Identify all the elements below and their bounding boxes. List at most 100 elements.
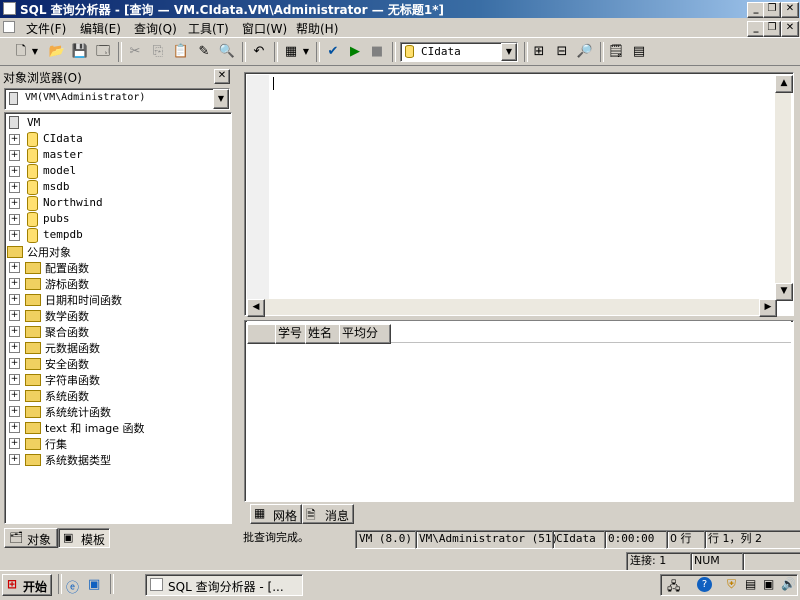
- dropdown-arrow-icon[interactable]: ▼: [30, 43, 40, 61]
- templates-tab-icon: ▣: [63, 531, 74, 544]
- cut-icon[interactable]: ✂: [126, 43, 144, 61]
- copy-icon[interactable]: ⎘: [149, 43, 167, 61]
- results-grid[interactable]: 学号 姓名 平均分: [244, 320, 794, 502]
- object-browser-close-button[interactable]: ✕: [214, 69, 230, 84]
- folder-icon: [25, 358, 41, 370]
- menu-help[interactable]: 帮助(H): [296, 20, 338, 37]
- database-icon: [27, 180, 38, 195]
- tab-messages[interactable]: 🗎 消息: [302, 504, 354, 524]
- expand-icon[interactable]: +: [9, 374, 20, 385]
- taskbar-task-query-analyzer[interactable]: SQL 查询分析器 - [...: [145, 574, 303, 596]
- scroll-right-icon[interactable]: ▶: [759, 299, 777, 317]
- expand-icon[interactable]: +: [9, 230, 20, 241]
- ie-icon[interactable]: ⓔ: [66, 577, 79, 596]
- expand-icon[interactable]: +: [9, 342, 20, 353]
- chevron-down-icon[interactable]: ▼: [213, 89, 229, 109]
- results-mode-icon[interactable]: ▦: [282, 43, 300, 61]
- expand-icon[interactable]: +: [9, 390, 20, 401]
- query-editor[interactable]: ▲ ▼ ◀ ▶: [244, 72, 794, 317]
- help-icon[interactable]: ?: [697, 577, 712, 592]
- menu-tools[interactable]: 工具(T): [188, 20, 229, 37]
- expand-icon[interactable]: +: [9, 406, 20, 417]
- editor-gutter: [247, 75, 269, 299]
- toolbar-separator: [118, 42, 122, 62]
- column-header[interactable]: 平均分: [339, 324, 391, 344]
- tree-node-label: 聚合函数: [45, 326, 89, 339]
- scroll-left-icon[interactable]: ◀: [247, 299, 265, 317]
- tree-node-label: 元数据函数: [45, 342, 100, 355]
- menu-bar: 文件(F) 编辑(E) 查询(Q) 工具(T) 窗口(W) 帮助(H) _ ❐ …: [0, 18, 800, 38]
- dropdown-arrow-icon[interactable]: ▼: [301, 43, 311, 61]
- expand-icon[interactable]: +: [9, 326, 20, 337]
- undo-icon[interactable]: ↶: [250, 43, 268, 61]
- find-icon[interactable]: 🔍: [218, 43, 236, 61]
- scroll-down-icon[interactable]: ▼: [775, 283, 793, 301]
- menu-file[interactable]: 文件(F): [26, 20, 66, 37]
- results-pane-icon[interactable]: ▤: [630, 43, 648, 61]
- expand-icon[interactable]: +: [9, 454, 20, 465]
- object-browser-icon[interactable]: ⊟: [553, 43, 571, 61]
- expand-icon[interactable]: +: [9, 166, 20, 177]
- properties-icon[interactable]: 🗒: [607, 43, 625, 61]
- tab-label: 消息: [325, 509, 350, 523]
- expand-icon[interactable]: +: [9, 198, 20, 209]
- close-button[interactable]: ✕: [781, 2, 799, 18]
- sql-server-icon[interactable]: ▤: [745, 577, 756, 591]
- menu-window[interactable]: 窗口(W): [242, 20, 287, 37]
- server-select[interactable]: VM(VM\Administrator) ▼: [4, 88, 230, 110]
- editor-horizontal-scrollbar[interactable]: ◀ ▶: [247, 299, 777, 317]
- expand-icon[interactable]: +: [9, 438, 20, 449]
- monitor-icon[interactable]: ▣: [763, 577, 774, 591]
- status-user: VM\Administrator (51): [415, 530, 558, 549]
- open-icon[interactable]: 📂: [48, 43, 66, 61]
- expand-icon[interactable]: +: [9, 134, 20, 145]
- display-plan-icon[interactable]: ⊞: [530, 43, 548, 61]
- expand-icon[interactable]: +: [9, 150, 20, 161]
- new-query-icon[interactable]: 🗋: [12, 43, 30, 61]
- start-button[interactable]: ⊞ 开始: [2, 574, 52, 596]
- expand-icon[interactable]: +: [9, 310, 20, 321]
- tab-grid[interactable]: ▦ 网格: [250, 504, 302, 524]
- desktop-icon[interactable]: ▣: [88, 577, 100, 592]
- scroll-up-icon[interactable]: ▲: [775, 75, 793, 93]
- security-shield-icon[interactable]: ⛨: [727, 577, 736, 592]
- database-select[interactable]: CIdata ▼: [400, 42, 518, 62]
- server-select-value: VM(VM\Administrator): [25, 92, 146, 103]
- execute-icon[interactable]: ▶: [346, 43, 364, 61]
- doc-restore-button[interactable]: ❐: [763, 21, 781, 37]
- expand-icon[interactable]: +: [9, 278, 20, 289]
- chevron-down-icon[interactable]: ▼: [501, 43, 517, 61]
- folder-icon: [25, 294, 41, 306]
- expand-icon[interactable]: +: [9, 294, 20, 305]
- network-icon[interactable]: 🖧: [667, 577, 680, 598]
- save-icon[interactable]: 💾: [71, 43, 89, 61]
- expand-icon[interactable]: +: [9, 182, 20, 193]
- expand-icon[interactable]: +: [9, 358, 20, 369]
- text-cursor: [273, 77, 274, 90]
- parse-icon[interactable]: ✔: [324, 43, 342, 61]
- doc-close-button[interactable]: ✕: [781, 21, 799, 37]
- toolbar-separator: [524, 42, 528, 62]
- load-script-icon[interactable]: 🗔: [94, 43, 112, 61]
- folder-icon: [25, 390, 41, 402]
- object-search-icon[interactable]: 🔎: [576, 43, 594, 61]
- tab-label: 网格: [273, 509, 298, 523]
- expand-icon[interactable]: +: [9, 422, 20, 433]
- restore-button[interactable]: ❐: [763, 2, 781, 18]
- expand-icon[interactable]: +: [9, 214, 20, 225]
- volume-icon[interactable]: 🔊: [781, 577, 796, 591]
- expand-icon[interactable]: +: [9, 262, 20, 273]
- tab-templates[interactable]: ▣ 模板: [58, 528, 110, 548]
- server-icon: [9, 92, 18, 105]
- tab-objects[interactable]: 🗂 对象: [4, 528, 58, 548]
- edit-icon[interactable]: ✎: [195, 43, 213, 61]
- menu-edit[interactable]: 编辑(E): [80, 20, 121, 37]
- stop-icon[interactable]: ■: [368, 43, 386, 61]
- folder-icon: [25, 326, 41, 338]
- editor-vertical-scrollbar[interactable]: ▲ ▼: [775, 75, 793, 301]
- tab-label: 模板: [81, 533, 106, 547]
- objects-tab-icon: 🗂: [9, 531, 23, 544]
- paste-icon[interactable]: 📋: [172, 43, 190, 61]
- menu-query[interactable]: 查询(Q): [134, 20, 177, 37]
- tree-node-label: msdb: [43, 180, 70, 193]
